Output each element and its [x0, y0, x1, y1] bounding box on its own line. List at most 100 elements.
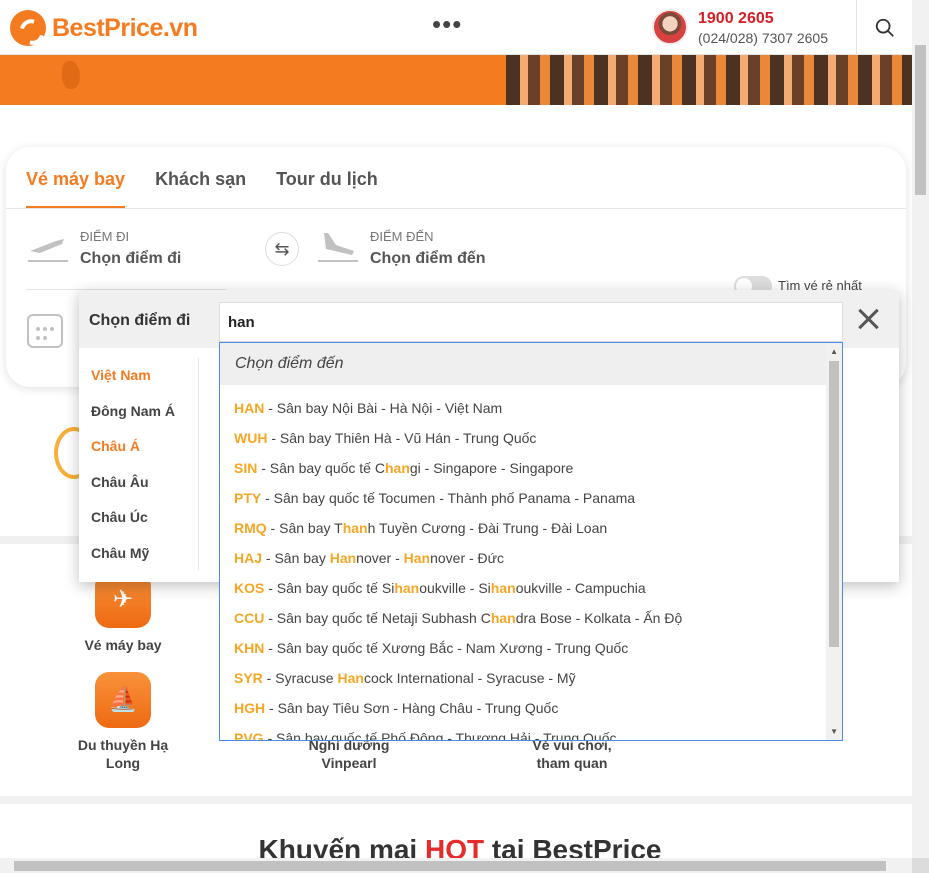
suggestion-item[interactable]: KHN - Sân bay quốc tế Xương Bắc - Nam Xư…: [220, 633, 842, 663]
airport-code: PVG: [234, 730, 264, 741]
airport-code: HGH: [234, 700, 266, 716]
match-highlight: han: [490, 610, 516, 626]
service-flights[interactable]: ✈ Vé máy bay: [68, 572, 178, 654]
airport-name: - Sân bay T: [266, 520, 343, 536]
region-australia[interactable]: Châu Úc: [79, 500, 198, 536]
service-label: Vé vui chơi, tham quan: [532, 737, 612, 771]
airport-name: - Sân bay quốc tế Tocumen - Thành phố Pa…: [261, 490, 636, 506]
airport-name: nover - Đức: [430, 550, 505, 566]
tab-hotels[interactable]: Khách sạn: [155, 169, 246, 209]
airport-name: - Syracuse: [262, 670, 338, 686]
close-icon[interactable]: [855, 306, 883, 334]
suggestion-item[interactable]: PVG - Sân bay quốc tế Phố Đông - Thượng …: [220, 723, 842, 741]
swap-icon: ⇆: [274, 238, 290, 259]
tab-tours[interactable]: Tour du lịch: [276, 169, 378, 209]
match-highlight: han: [394, 580, 420, 596]
match-highlight: Han: [337, 670, 364, 686]
match-highlight: Han: [329, 550, 357, 566]
region-asia[interactable]: Châu Á: [79, 429, 198, 465]
match-highlight: han: [342, 520, 368, 536]
airport-name: gi - Singapore - Singapore: [409, 460, 574, 476]
suggestion-list: HAN - Sân bay Nội Bài - Hà Nội - Việt Na…: [220, 385, 842, 741]
takeoff-icon: [28, 239, 68, 262]
airport-code: CCU: [234, 610, 265, 626]
swap-button[interactable]: ⇆: [265, 232, 299, 266]
airport-name: dra Bose - Kolkata - Ấn Độ: [515, 610, 683, 626]
service-cruise[interactable]: ⛵ Du thuyền Hạ Long: [68, 672, 178, 772]
agent-avatar: [652, 9, 688, 45]
airport-name: - Sân bay quốc tế C: [257, 460, 385, 476]
suggestion-item[interactable]: WUH - Sân bay Thiên Hà - Vũ Hán - Trung …: [220, 423, 842, 453]
site-header: BestPrice.vn ••• 1900 2605 (024/028) 730…: [0, 0, 912, 55]
hotline-secondary[interactable]: (024/028) 7307 2605: [698, 30, 828, 46]
airport-code: PTY: [234, 490, 262, 506]
booking-tabs: Vé máy bay Khách sạn Tour du lịch: [26, 169, 378, 209]
origin-value: Chọn điểm đi: [80, 250, 182, 267]
airport-code: RMQ: [234, 520, 267, 536]
airport-name: - Sân bay quốc tế Phố Đông - Thượng Hải …: [263, 730, 617, 741]
suggestion-item[interactable]: HAJ - Sân bay Hannover - Hannover - Đức: [220, 543, 842, 573]
tab-flights[interactable]: Vé máy bay: [26, 169, 126, 209]
airport-name: - Sân bay Tiêu Sơn - Hàng Châu - Trung Q…: [265, 700, 559, 716]
airport-code: HAN: [234, 400, 265, 416]
banner-decoration: [62, 61, 80, 89]
region-america[interactable]: Châu Mỹ: [79, 536, 198, 572]
suggestions-header: Chọn điểm đến: [220, 343, 842, 385]
page-scroll-thumb[interactable]: [915, 45, 926, 195]
logo-text: BestPrice.vn: [52, 13, 198, 42]
airport-code: SIN: [234, 460, 258, 476]
calendar-icon: [27, 314, 63, 348]
service-label: Vé máy bay: [84, 637, 162, 653]
suggestion-item[interactable]: HAN - Sân bay Nội Bài - Hà Nội - Việt Na…: [220, 393, 842, 423]
scrollbar-corner: [912, 858, 929, 873]
scroll-down-icon[interactable]: ▼: [830, 727, 838, 736]
suggestion-item[interactable]: PTY - Sân bay quốc tế Tocumen - Thành ph…: [220, 483, 842, 513]
hero-banner[interactable]: [0, 55, 912, 105]
region-vietnam[interactable]: Việt Nam: [79, 358, 198, 394]
banner-photo: [506, 55, 912, 105]
airport-name: - Sân bay quốc tế Netaji Subhash C: [264, 610, 491, 626]
suggestion-item[interactable]: HGH - Sân bay Tiêu Sơn - Hàng Châu - Tru…: [220, 693, 842, 723]
destination-label: ĐIỂM ĐẾN: [370, 229, 434, 244]
airport-code: KHN: [234, 640, 265, 656]
airport-name: cock International - Syracuse - Mỹ: [363, 670, 576, 686]
more-menu-button[interactable]: •••: [432, 11, 462, 37]
origin-search-input[interactable]: [219, 302, 843, 342]
airport-name: - Sân bay Nội Bài - Hà Nội - Việt Nam: [264, 400, 503, 416]
airport-code: WUH: [234, 430, 268, 446]
suggestions-scrollbar[interactable]: ▲ ▼: [826, 343, 842, 740]
picker-header: Chọn điểm đi: [79, 290, 899, 348]
hotline-number[interactable]: 1900 2605: [698, 10, 774, 28]
region-southeast-asia[interactable]: Đông Nam Á: [79, 394, 198, 430]
service-label: Nghỉ dưỡng Vinpearl: [308, 737, 390, 771]
airport-name: - Sân bay: [262, 550, 330, 566]
airport-suggestions: Chọn điểm đến HAN - Sân bay Nội Bài - Hà…: [219, 342, 843, 741]
airport-name: - Sân bay quốc tế Xương Bắc - Nam Xương …: [264, 640, 629, 656]
suggestion-item[interactable]: SIN - Sân bay quốc tế Changi - Singapore…: [220, 453, 842, 483]
boat-icon: ⛵: [95, 672, 151, 728]
airport-code: HAJ: [234, 550, 263, 566]
region-europe[interactable]: Châu Âu: [79, 465, 198, 501]
match-highlight: han: [384, 460, 410, 476]
airport-name: nover -: [356, 550, 404, 566]
logo-icon: [10, 10, 46, 46]
suggestion-item[interactable]: CCU - Sân bay quốc tế Netaji Subhash Cha…: [220, 603, 842, 633]
airport-name: oukville - Si: [419, 580, 491, 596]
scroll-up-icon[interactable]: ▲: [830, 347, 838, 356]
origin-field[interactable]: ĐIỂM ĐI Chọn điểm đi: [26, 229, 181, 268]
search-button[interactable]: [856, 0, 912, 55]
logo[interactable]: BestPrice.vn: [10, 10, 198, 46]
suggestion-item[interactable]: KOS - Sân bay quốc tế Sihanoukville - Si…: [220, 573, 842, 603]
page-hscroll-thumb[interactable]: [14, 861, 886, 871]
section-divider: [0, 796, 912, 804]
search-icon: [875, 18, 894, 37]
airport-name: oukville - Campuchia: [515, 580, 646, 596]
suggestion-item[interactable]: SYR - Syracuse Hancock International - S…: [220, 663, 842, 693]
destination-field[interactable]: ĐIỂM ĐẾN Chọn điểm đến: [316, 229, 486, 268]
suggestion-item[interactable]: RMQ - Sân bay Thanh Tuyền Cương - Đài Tr…: [220, 513, 842, 543]
origin-label: ĐIỂM ĐI: [80, 229, 130, 244]
airport-name: - Sân bay Thiên Hà - Vũ Hán - Trung Quốc: [267, 430, 537, 446]
scrollbar-thumb[interactable]: [829, 361, 839, 647]
match-highlight: Han: [403, 550, 431, 566]
region-list: Việt Nam Đông Nam Á Châu Á Châu Âu Châu …: [79, 358, 199, 570]
